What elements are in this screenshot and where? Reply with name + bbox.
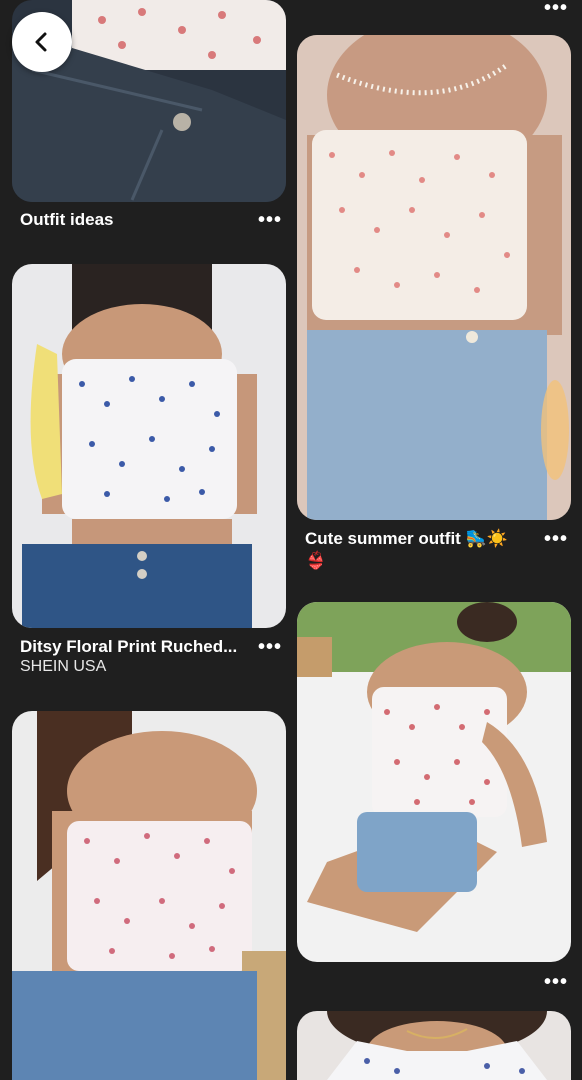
pin-title[interactable]: Outfit ideas	[20, 209, 114, 231]
more-options-button[interactable]: •••	[544, 529, 568, 549]
more-options-button[interactable]: •••	[258, 637, 282, 657]
more-options-button[interactable]: •••	[544, 972, 568, 992]
pin-title[interactable]: Ditsy Floral Print Ruched...	[20, 636, 237, 658]
pin-image-cute-summer-outfit[interactable]	[297, 35, 571, 520]
more-options-button[interactable]: •••	[544, 0, 568, 18]
pin-image-floral-cami-pink[interactable]	[12, 711, 286, 1080]
pin-image-floral-tee[interactable]	[297, 1011, 571, 1080]
pin-image-floral-cami-lace[interactable]	[297, 602, 571, 962]
chevron-left-icon	[35, 32, 47, 52]
more-options-button[interactable]: •••	[258, 210, 282, 230]
pin-title[interactable]: Cute summer outfit 🛼☀️👙	[305, 528, 515, 572]
back-button[interactable]	[12, 12, 72, 72]
pin-image-ditsy-floral[interactable]	[12, 264, 286, 628]
pin-source[interactable]: SHEIN USA	[20, 658, 106, 676]
